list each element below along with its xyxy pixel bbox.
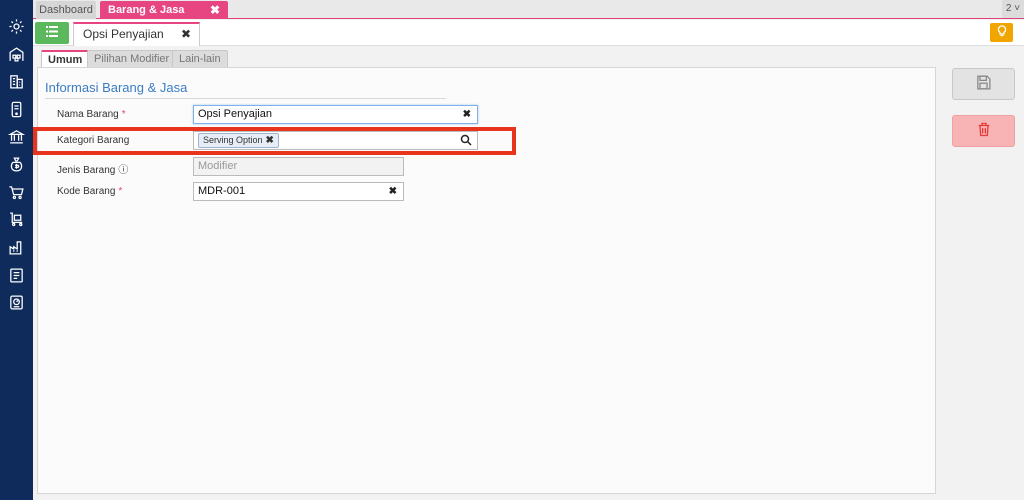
tab-lain-lain[interactable]: Lain-lain xyxy=(172,50,228,67)
tab-pilihan-modifier[interactable]: Pilihan Modifier xyxy=(87,50,177,67)
tab-count-dropdown[interactable]: 2 ˅ xyxy=(1002,0,1024,18)
list-icon xyxy=(46,26,58,40)
highlight-annotation xyxy=(33,127,516,155)
kode-barang-input[interactable]: MDR-001 ✖ xyxy=(193,182,404,201)
delete-button[interactable] xyxy=(952,115,1015,147)
save-button[interactable] xyxy=(952,68,1015,100)
trash-icon xyxy=(976,121,992,141)
building-icon[interactable] xyxy=(8,73,25,90)
clear-icon[interactable]: ✖ xyxy=(389,183,397,200)
list-menu-button[interactable] xyxy=(35,22,69,44)
nama-barang-input[interactable]: Opsi Penyajian ✖ xyxy=(193,105,478,124)
sidebar xyxy=(0,0,33,500)
tab-opsi-penyajian[interactable]: Opsi Penyajian ✖ xyxy=(73,22,200,46)
document-bar: Opsi Penyajian ✖ xyxy=(33,20,1024,46)
input-value: MDR-001 xyxy=(198,185,246,197)
money-bag-icon[interactable] xyxy=(8,156,25,173)
close-icon[interactable]: ✖ xyxy=(181,24,191,44)
warehouse-icon[interactable] xyxy=(8,46,25,63)
factory-icon[interactable] xyxy=(8,239,25,256)
tab-dashboard[interactable]: Dashboard xyxy=(36,1,96,19)
clear-icon[interactable]: ✖ xyxy=(463,106,471,123)
input-value: Opsi Penyajian xyxy=(198,108,272,120)
required-marker: * xyxy=(118,186,123,197)
delivery-cart-icon[interactable] xyxy=(8,211,25,228)
info-icon[interactable]: ⓘ xyxy=(118,161,128,176)
close-icon[interactable]: ✖ xyxy=(210,1,220,19)
report-icon[interactable] xyxy=(8,267,25,284)
label-text: Kode Barang xyxy=(57,186,116,197)
doc-tab-label: Opsi Penyajian xyxy=(83,27,164,41)
tab-barang-jasa[interactable]: Barang & Jasa ✖ xyxy=(100,1,228,19)
tips-button[interactable] xyxy=(990,23,1013,42)
top-tab-bar: Dashboard Barang & Jasa ✖ 2 ˅ xyxy=(33,0,1024,19)
section-divider xyxy=(45,98,446,99)
tab-label: Barang & Jasa xyxy=(108,4,185,16)
lightbulb-icon xyxy=(997,25,1007,40)
dashboard-icon[interactable] xyxy=(8,294,25,311)
nama-barang-label: Nama Barang * xyxy=(57,109,126,120)
gear-icon[interactable] xyxy=(8,18,25,35)
kode-barang-label: Kode Barang * xyxy=(57,186,122,197)
jenis-barang-label: Jenis Barang ⓘ xyxy=(57,161,128,176)
label-text: Jenis Barang xyxy=(57,165,116,176)
jenis-barang-field: Modifier xyxy=(193,157,404,176)
tab-umum[interactable]: Umum xyxy=(41,50,90,68)
bank-icon[interactable] xyxy=(8,128,25,145)
section-title: Informasi Barang & Jasa xyxy=(45,80,188,95)
cart-icon[interactable] xyxy=(8,184,25,201)
required-marker: * xyxy=(121,109,126,120)
save-icon xyxy=(975,74,992,94)
phone-icon[interactable] xyxy=(8,101,25,118)
label-text: Nama Barang xyxy=(57,109,119,120)
